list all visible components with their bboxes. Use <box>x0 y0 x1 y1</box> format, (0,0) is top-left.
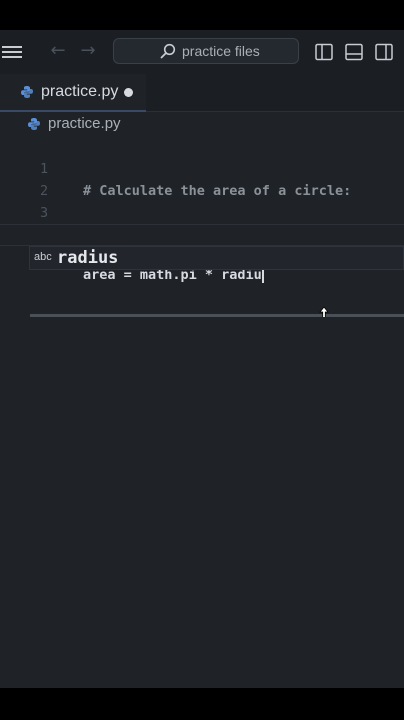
back-arrow-icon[interactable]: ← <box>47 40 69 62</box>
breadcrumb-file[interactable]: practice.py <box>48 115 121 132</box>
search-placeholder: practice files <box>182 43 260 59</box>
code-line[interactable]: 2 <box>0 158 404 199</box>
toggle-panel-icon[interactable] <box>344 42 364 62</box>
text-suggestion-icon: abc <box>34 251 52 263</box>
code-line[interactable]: 3 import math <box>0 180 404 243</box>
code-line[interactable]: 1 # Calculate the area of a circle: <box>0 136 404 199</box>
bottom-panel <box>0 317 404 688</box>
forward-arrow-icon[interactable]: → <box>77 40 99 62</box>
unsaved-changes-dot[interactable] <box>124 88 133 97</box>
command-search-box[interactable]: practice files <box>113 38 299 64</box>
code-line[interactable]: 4 radius = 5 <box>0 202 404 265</box>
toggle-secondary-sidebar-icon[interactable] <box>374 42 394 62</box>
toggle-primary-sidebar-icon[interactable] <box>314 42 334 62</box>
editor-tab-bar: practice.py <box>0 74 404 112</box>
title-bar: ← → practice files <box>0 30 404 74</box>
python-file-icon <box>21 86 33 98</box>
suggestion-label: radius <box>57 248 119 268</box>
breadcrumb: practice.py <box>0 112 404 136</box>
phone-screen: ← → practice files practice.py practice.… <box>0 0 404 720</box>
code-editor-window: ← → practice files practice.py practice.… <box>0 30 404 688</box>
autocomplete-suggestion[interactable]: abc radius <box>29 246 404 270</box>
python-file-icon <box>28 118 40 130</box>
tab-label: practice.py <box>41 83 119 100</box>
search-icon <box>160 43 176 59</box>
hamburger-menu-icon[interactable] <box>2 44 22 60</box>
tab-practice-py[interactable]: practice.py <box>0 74 146 112</box>
current-code-line[interactable]: 5 area = math.pi * radiu <box>0 224 404 283</box>
